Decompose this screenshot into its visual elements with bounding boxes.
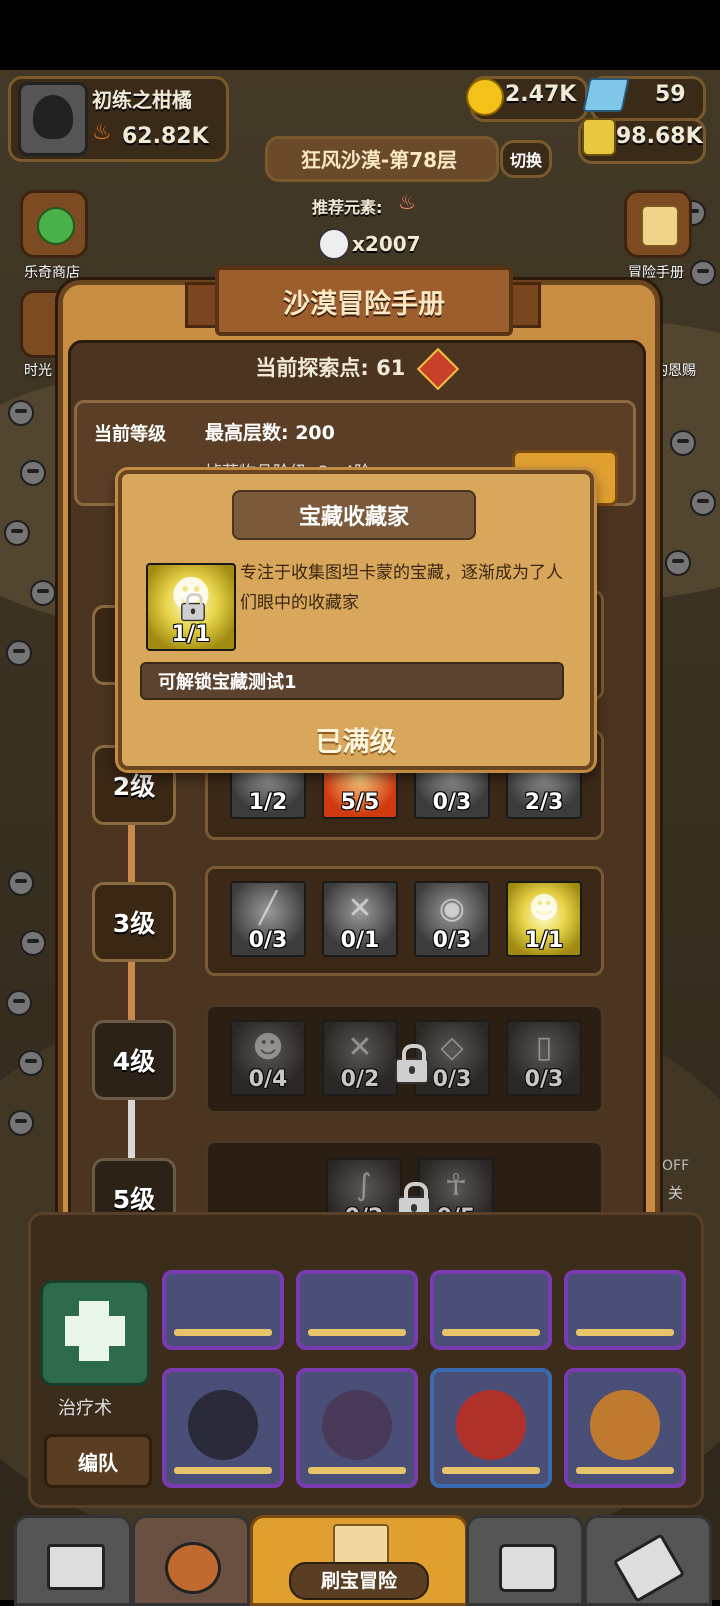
skill-label: 治疗术 <box>58 1398 112 1419</box>
gift-label: 的恩赐 <box>654 363 696 379</box>
skull-icon <box>318 228 350 260</box>
heal-skill-button[interactable] <box>40 1280 150 1386</box>
hero-card[interactable] <box>162 1368 284 1488</box>
explore-points: 当前探索点: 61 <box>68 347 640 391</box>
treasure-item[interactable]: ╱ 0/3 <box>230 881 306 957</box>
item-count: 2/3 <box>524 790 564 815</box>
scroll-icon <box>641 205 679 247</box>
switch-stage-label: 切换 <box>509 151 542 170</box>
fire-icon: ♨ <box>92 120 112 145</box>
recommend-label: 推荐元素: <box>312 198 383 217</box>
plus-icon-bar <box>65 1316 125 1346</box>
team-label: 编队 <box>78 1450 118 1475</box>
scarab-icon: ◉ <box>438 891 466 926</box>
hero-card[interactable] <box>162 1270 284 1350</box>
time-label: 时光 <box>24 363 52 379</box>
clover-icon <box>37 207 75 245</box>
player-power: 62.82K <box>122 124 209 149</box>
hero-card[interactable] <box>430 1270 552 1350</box>
potion-value: 98.68K <box>616 124 703 149</box>
handbook-label: 冒险手册 <box>628 265 684 281</box>
adventure-label: 刷宝冒险 <box>289 1562 429 1600</box>
player-name: 初练之柑橘 <box>92 88 192 112</box>
hammer-icon <box>612 1533 686 1603</box>
item-count: 0/3 <box>432 928 472 953</box>
hero-card[interactable] <box>564 1270 686 1350</box>
popup-item-count: 1/1 <box>171 622 211 647</box>
lock-icon <box>395 1044 429 1084</box>
treasure-item[interactable]: ☻ 1/1 <box>506 881 582 957</box>
handbook-title: 沙漠冒险手册 <box>215 266 513 336</box>
gold-value: 2.47K <box>505 82 577 107</box>
item-count: 0/3 <box>248 928 288 953</box>
item-count: 1/2 <box>248 790 288 815</box>
explore-value: 61 <box>376 356 406 380</box>
explore-gem-icon <box>416 347 459 391</box>
popup-description: 专注于收集图坦卡蒙的宝藏，逐渐成为了人们眼中的收藏家 <box>240 563 563 613</box>
treasure-item[interactable]: ◉ 0/3 <box>414 881 490 957</box>
item-count: 0/4 <box>248 1067 288 1092</box>
potion-icon <box>582 118 616 156</box>
level-3-label: 3级 <box>112 909 156 938</box>
gem-icon <box>582 78 630 112</box>
card-icon: ▯ <box>535 1030 553 1065</box>
off-toggle-label[interactable]: OFF <box>662 1158 689 1174</box>
nav-forge-button[interactable] <box>584 1515 712 1606</box>
shop-icon <box>47 1544 105 1590</box>
treasure-item[interactable]: ▯ 0/3 <box>506 1020 582 1096</box>
crossed-swords-icon: ✕ <box>347 891 373 926</box>
item-count: 0/3 <box>432 790 472 815</box>
treasure-item[interactable]: ☻ 0/4 <box>230 1020 306 1096</box>
treasure-item[interactable]: ✕ 0/2 <box>322 1020 398 1096</box>
treasure-item[interactable]: ✕ 0/1 <box>322 881 398 957</box>
item-count: 0/2 <box>340 1067 380 1092</box>
skull-icon: ☻ <box>252 1030 284 1065</box>
item-count: 0/1 <box>340 928 380 953</box>
gem-value: 59 <box>655 82 686 107</box>
current-level-label: 当前等级 <box>94 424 166 445</box>
pharaoh-skull-icon: ☻ <box>528 891 560 926</box>
hero-card[interactable] <box>296 1368 418 1488</box>
kill-count: x2007 <box>352 232 421 256</box>
gold-coin-icon <box>466 78 504 116</box>
level-3-badge: 3级 <box>92 882 176 962</box>
hero-card[interactable] <box>430 1368 552 1488</box>
hero-face-icon <box>165 1542 221 1594</box>
item-count: 5/5 <box>340 790 380 815</box>
stage-name: 狂风沙漠-第78层 <box>300 148 458 172</box>
nav-adventure-button[interactable]: 刷宝冒险 <box>250 1515 468 1606</box>
level-4-label: 4级 <box>112 1047 156 1076</box>
map-compass-icon <box>333 1524 389 1566</box>
max-floor: 最高层数: 200 <box>205 422 335 444</box>
level-2-label: 2级 <box>112 772 156 801</box>
crossed-swords-icon: ✕ <box>347 1030 373 1065</box>
hero-card[interactable] <box>564 1368 686 1488</box>
level-5-label: 5级 <box>112 1185 156 1214</box>
fire-element-icon: ♨ <box>398 190 416 214</box>
popup-treasure-icon: ☻ 1/1 <box>146 563 236 651</box>
popup-title: 宝藏收藏家 <box>232 490 476 540</box>
hero-card[interactable] <box>296 1270 418 1350</box>
switch-stage-button[interactable]: 切换 <box>500 140 552 178</box>
shop-button[interactable] <box>20 190 88 258</box>
avatar[interactable] <box>18 82 88 156</box>
explore-label: 当前探索点: <box>255 356 369 380</box>
item-count: 1/1 <box>524 928 564 953</box>
nav-heroes-button[interactable] <box>132 1515 250 1606</box>
lock-icon <box>181 593 205 622</box>
handbook-button[interactable] <box>624 190 692 258</box>
max-level-status: 已满级 <box>315 727 397 758</box>
boot-icon: ╱ <box>258 891 278 926</box>
nav-chest-button[interactable] <box>466 1515 584 1606</box>
chest-icon <box>499 1544 557 1592</box>
team-button[interactable]: 编队 <box>44 1434 152 1488</box>
cobra-icon: ∫ <box>356 1168 372 1203</box>
item-count: 0/3 <box>524 1067 564 1092</box>
level-4-badge: 4级 <box>92 1020 176 1100</box>
shop-label: 乐奇商店 <box>24 265 80 281</box>
unlock-condition: 可解锁宝藏测试1 <box>140 662 564 700</box>
nav-shop-button[interactable] <box>14 1515 132 1606</box>
close-toggle-label: 关 <box>668 1184 684 1202</box>
